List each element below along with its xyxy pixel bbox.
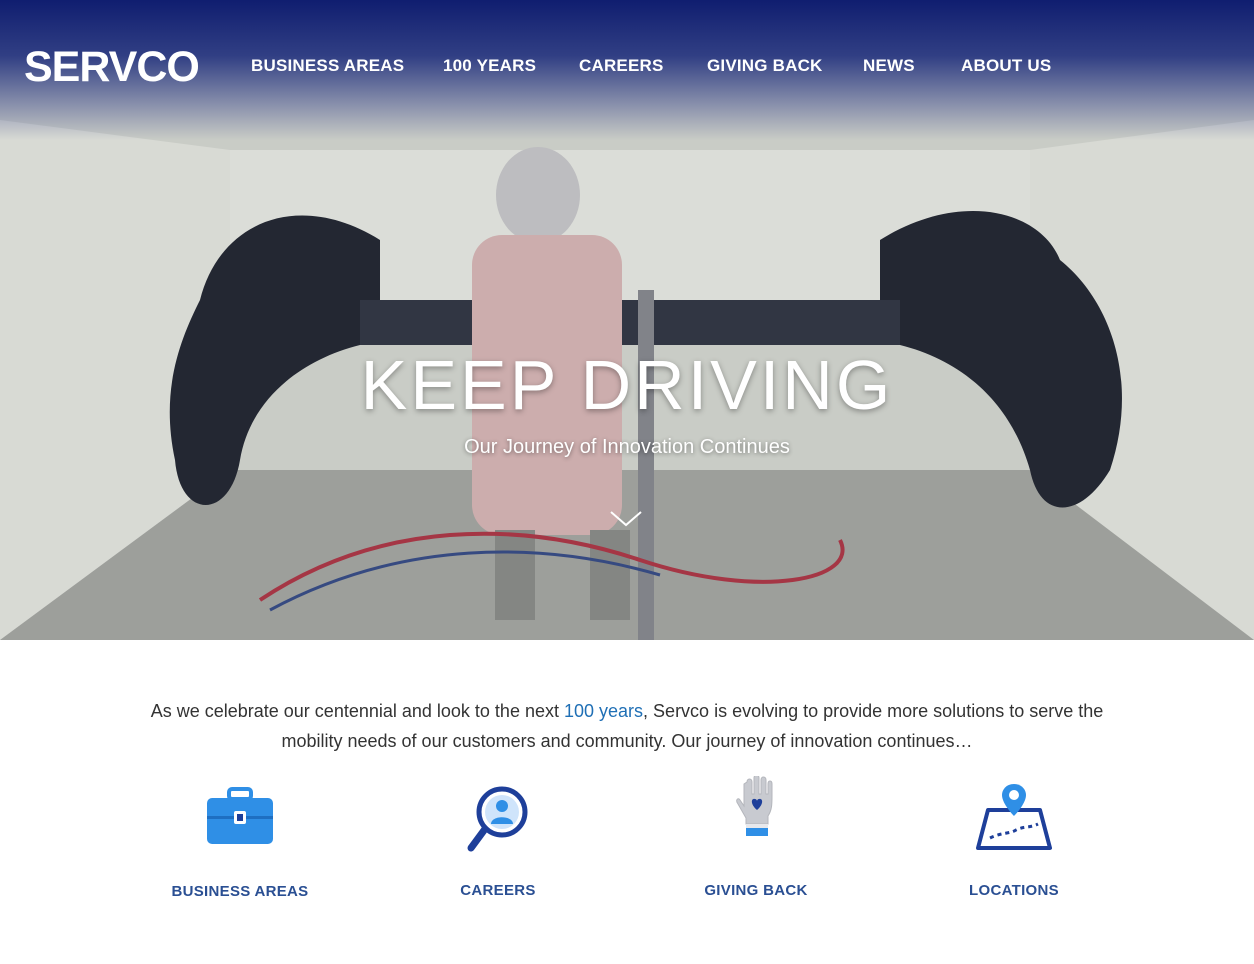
magnifier-person-icon (467, 786, 528, 852)
tile-label-locations: LOCATIONS (969, 882, 1059, 899)
tile-locations[interactable]: LOCATIONS (914, 770, 1114, 910)
chevron-down-icon[interactable] (608, 506, 644, 530)
tile-business-areas[interactable]: BUSINESS AREAS (140, 770, 340, 910)
tile-label-careers: CAREERS (460, 882, 536, 899)
map-pin-icon (976, 784, 1052, 850)
nav-item-news[interactable]: NEWS (863, 56, 915, 76)
tile-label-business-areas: BUSINESS AREAS (171, 883, 309, 900)
intro-paragraph: As we celebrate our centennial and look … (130, 696, 1124, 756)
tile-giving-back[interactable]: GIVING BACK (656, 770, 856, 910)
hero-banner: SERVCO BUSINESS AREAS 100 YEARS CAREERS … (0, 0, 1254, 640)
hand-heart-icon (736, 776, 773, 836)
tile-label-giving-back: GIVING BACK (704, 882, 808, 899)
nav-item-business-areas[interactable]: BUSINESS AREAS (251, 56, 404, 76)
briefcase-icon (207, 787, 273, 844)
tile-careers[interactable]: CAREERS (398, 770, 598, 910)
nav-item-careers[interactable]: CAREERS (579, 56, 664, 76)
nav-item-100-years[interactable]: 100 YEARS (443, 56, 536, 76)
intro-100-years-link[interactable]: 100 years (564, 701, 643, 721)
nav-item-giving-back[interactable]: GIVING BACK (707, 56, 823, 76)
hero-title: KEEP DRIVING (360, 346, 894, 424)
nav-item-about-us[interactable]: ABOUT US (961, 56, 1051, 76)
hero-subtitle: Our Journey of Innovation Continues (464, 436, 790, 458)
intro-text-start: As we celebrate our centennial and look … (150, 701, 564, 721)
servco-logo[interactable]: SERVCO (24, 44, 200, 90)
